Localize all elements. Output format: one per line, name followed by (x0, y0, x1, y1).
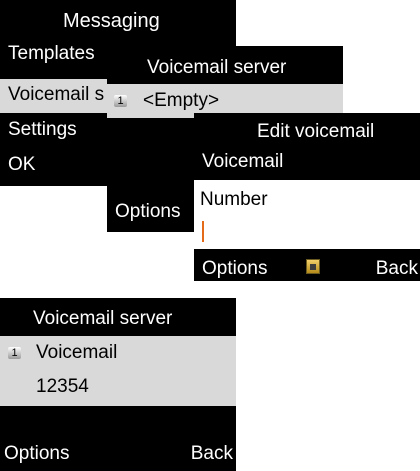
number-label: Number (200, 189, 268, 210)
options-softkey[interactable]: Options (202, 259, 267, 278)
number-field[interactable]: Number (194, 180, 420, 249)
voicemail-server-title: Voicemail server (147, 57, 287, 78)
voicemail-entry-selected[interactable]: 1 Voicemail 12354 (0, 336, 236, 406)
menu-item-voicemail: Voicemail s (8, 84, 105, 105)
options-softkey[interactable]: Options (4, 444, 69, 463)
voicemail-entry-number: 12354 (36, 376, 89, 397)
text-caret (202, 221, 204, 242)
options-softkey[interactable]: Options (115, 202, 180, 221)
messaging-title: Messaging (63, 10, 160, 32)
voicemail-entry-value: <Empty> (143, 90, 220, 111)
voicemail-server-result-screen: Voicemail server 1 Voicemail 12354 Optio… (0, 298, 236, 471)
menu-item-templates[interactable]: Templates (8, 44, 95, 63)
edit-voicemail-title: Edit voicemail (257, 121, 375, 142)
lock-icon (306, 259, 320, 274)
back-softkey[interactable]: Back (376, 259, 418, 278)
entry-number-icon: 1 (114, 95, 127, 107)
voicemail-server-title: Voicemail server (33, 308, 173, 329)
menu-item-settings[interactable]: Settings (8, 120, 77, 139)
voicemail-name-value[interactable]: Voicemail (202, 152, 283, 171)
entry-number-icon: 1 (8, 347, 21, 359)
ok-softkey[interactable]: OK (8, 155, 35, 174)
edit-voicemail-screen: Edit voicemail Voicemail Number Options … (194, 113, 420, 281)
voicemail-entry-name: Voicemail (36, 342, 118, 363)
back-softkey[interactable]: Back (191, 444, 233, 463)
